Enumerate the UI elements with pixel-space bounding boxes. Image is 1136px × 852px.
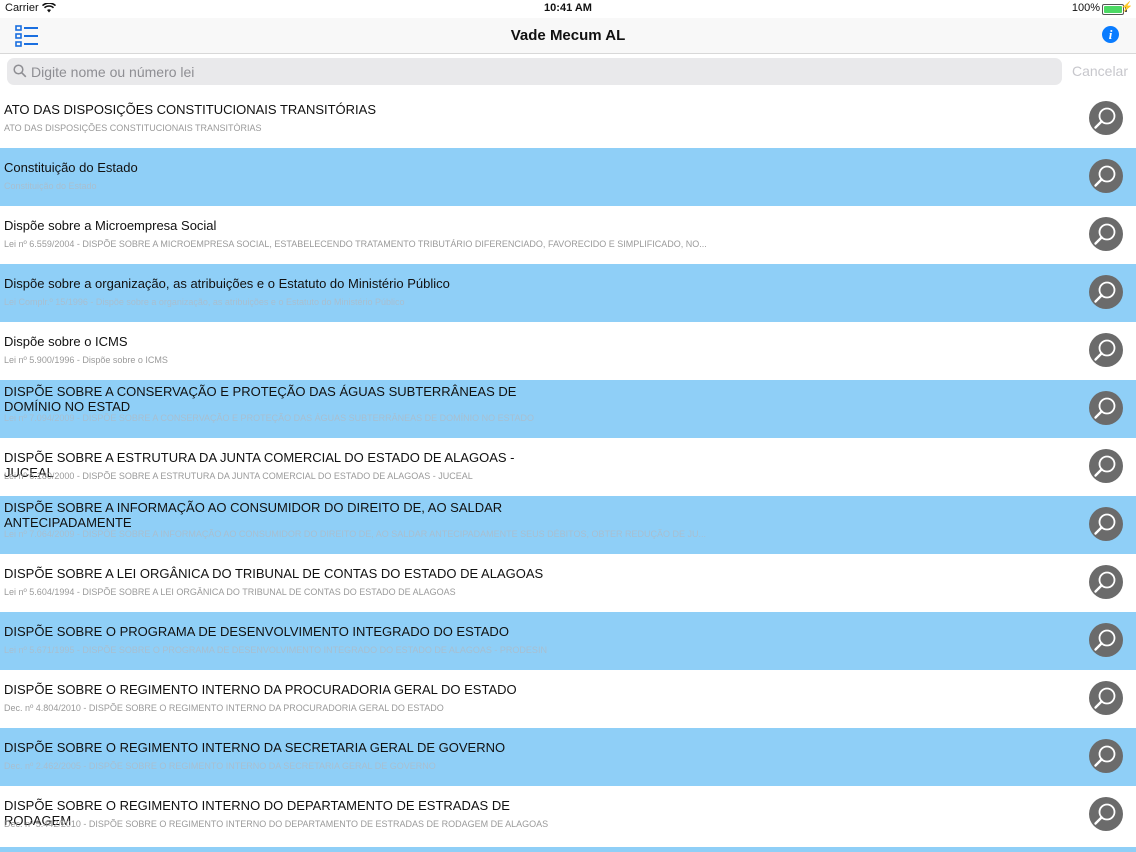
law-list: ATO DAS DISPOSIÇÕES CONSTITUCIONAIS TRAN… [0, 90, 1136, 852]
list-item[interactable]: DISPÕE SOBRE O PROGRAMA DE DESENVOLVIMEN… [0, 612, 1136, 670]
magnifier-search-icon[interactable] [1089, 623, 1123, 657]
law-subtitle: Dec. nº 2.462/2005 - DISPÕE SOBRE O REGI… [4, 761, 436, 771]
list-item[interactable]: Dispõe sobre o ICMS Lei nº 5.900/1996 - D… [0, 322, 1136, 380]
law-subtitle: Constituição do Estado [4, 181, 97, 191]
magnifier-search-icon[interactable] [1089, 565, 1123, 599]
law-title: Dispõe sobre a organização, as atribuiçõ… [4, 276, 450, 291]
law-subtitle: Dec. nº 4.804/2010 - DISPÕE SOBRE O REGI… [4, 703, 444, 713]
law-title: Constituição do Estado [4, 160, 138, 175]
law-title: DISPÕE SOBRE A CONSERVAÇÃO E PROTEÇÃO DA… [4, 384, 517, 414]
law-subtitle: Lei nº 6.559/2004 - DISPÕE SOBRE A MICRO… [4, 239, 707, 249]
search-icon [13, 64, 27, 78]
law-title: ATO DAS DISPOSIÇÕES CONSTITUCIONAIS TRAN… [4, 102, 377, 117]
law-title: Dispõe sobre a Microempresa Social [4, 218, 217, 233]
magnifier-search-icon[interactable] [1089, 159, 1123, 193]
magnifier-search-icon[interactable] [1089, 275, 1123, 309]
law-subtitle: ATO DAS DISPOSIÇÕES CONSTITUCIONAIS TRAN… [4, 123, 262, 133]
law-title: DISPÕE SOBRE A INFORMAÇÃO AO CONSUMIDOR … [4, 500, 503, 530]
law-subtitle: Lei nº 6.180/2000 - DISPÕE SOBRE A ESTRU… [4, 471, 473, 481]
law-title: Dispõe sobre o ICMS [4, 334, 128, 349]
list-item[interactable]: DISPÕE SOBRE O REGIMENTO INTERNO DA SECR… [0, 728, 1136, 786]
law-subtitle: Lei nº 7.094/2009 - DISPÕE SOBRE A CONSE… [4, 413, 534, 423]
page-title: Vade Mecum AL [510, 27, 626, 44]
law-title: DISPÕE SOBRE O REGIMENTO INTERNO DA PROC… [4, 682, 517, 697]
magnifier-search-icon[interactable] [1089, 739, 1123, 773]
list-item[interactable]: DISPÕE SOBRE A INFORMAÇÃO AO CONSUMIDOR … [0, 496, 1136, 554]
cancel-button[interactable]: Cancelar [1072, 63, 1128, 79]
law-subtitle: Lei nº 5.604/1994 - DISPÕE SOBRE A LEI O… [4, 587, 456, 597]
magnifier-search-icon[interactable] [1089, 797, 1123, 831]
list-item[interactable]: Constituição do Estado Constituição do Es… [0, 148, 1136, 206]
law-subtitle: Lei nº 5.671/1995 - DISPÕE SOBRE O PROGR… [4, 645, 547, 655]
list-item[interactable]: ATO DAS DISPOSIÇÕES CONSTITUCIONAIS TRAN… [0, 90, 1136, 148]
law-title: DISPÕE SOBRE A LEI ORGÂNICA DO TRIBUNAL … [4, 566, 544, 581]
list-next-row-edge [0, 847, 1136, 852]
list-item[interactable]: Dispõe sobre a organização, as atribuiçõ… [0, 264, 1136, 322]
clock: 10:41 AM [544, 2, 592, 14]
law-subtitle: Lei Complr.º 15/1996 - Dispõe sobre a or… [4, 297, 405, 307]
list-item[interactable]: DISPÕE SOBRE O REGIMENTO INTERNO DO DEPA… [0, 786, 1136, 844]
list-item[interactable]: Dispõe sobre a Microempresa Social Lei nº… [0, 206, 1136, 264]
search-bar: Cancelar [0, 54, 1136, 89]
magnifier-search-icon[interactable] [1089, 391, 1123, 425]
search-input[interactable] [31, 58, 1051, 85]
law-subtitle: Dec. nº 5.442/2010 - DISPÕE SOBRE O REGI… [4, 819, 549, 829]
law-title: DISPÕE SOBRE O PROGRAMA DE DESENVOLVIMEN… [4, 624, 509, 639]
list-item[interactable]: DISPÕE SOBRE A LEI ORGÂNICA DO TRIBUNAL … [0, 554, 1136, 612]
magnifier-search-icon[interactable] [1089, 333, 1123, 367]
list-item[interactable]: DISPÕE SOBRE O REGIMENTO INTERNO DA PROC… [0, 670, 1136, 728]
law-subtitle: Lei nº 7.064/2009 - DISPÕE SOBRE A INFOR… [4, 529, 706, 539]
info-icon[interactable]: i [1102, 26, 1119, 43]
list-item[interactable]: DISPÕE SOBRE A ESTRUTURA DA JUNTA COMERC… [0, 438, 1136, 496]
search-field-container[interactable] [7, 58, 1062, 85]
magnifier-search-icon[interactable] [1089, 507, 1123, 541]
magnifier-search-icon[interactable] [1089, 217, 1123, 251]
law-subtitle: Lei nº 5.900/1996 - Dispõe sobre o ICMS [4, 355, 168, 365]
magnifier-search-icon[interactable] [1089, 681, 1123, 715]
law-title: DISPÕE SOBRE O REGIMENTO INTERNO DA SECR… [4, 740, 506, 755]
navigation-bar: Vade Mecum AL i [0, 18, 1136, 54]
list-item[interactable]: DISPÕE SOBRE A CONSERVAÇÃO E PROTEÇÃO DA… [0, 380, 1136, 438]
magnifier-search-icon[interactable] [1089, 449, 1123, 483]
battery-percentage: 100% [1071, 2, 1100, 14]
status-bar: Carrier 10:41 AM 100% ⚡ [0, 0, 1136, 18]
magnifier-search-icon[interactable] [1089, 101, 1123, 135]
charging-icon: ⚡ [1120, 2, 1133, 13]
